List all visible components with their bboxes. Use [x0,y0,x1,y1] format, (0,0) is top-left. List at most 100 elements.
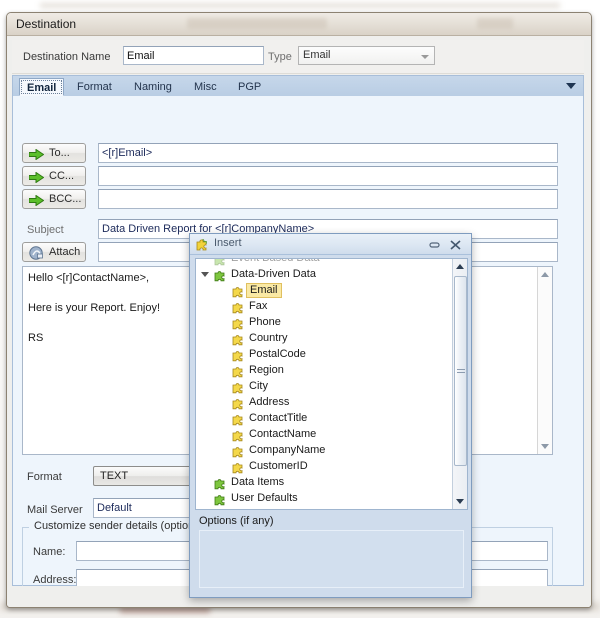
titlebar-ghost-text-left [187,18,327,29]
tree-item-label: Data Items [231,476,285,488]
tree-item[interactable]: PostalCode [196,346,452,362]
puzzle-piece-icon [232,348,245,362]
cc-input[interactable] [98,166,558,186]
destination-name-input[interactable] [123,46,264,65]
tab-overflow-chevron-icon[interactable] [566,83,576,89]
puzzle-piece-icon [214,476,227,490]
insert-dialog: Insert Event Based Data Data-Driven Data E… [189,233,472,598]
chevron-down-icon [421,55,429,59]
tree-item-label: Address [249,396,290,408]
attach-icon [29,246,43,260]
tree-item-label: ContactName [249,428,317,440]
window-titlebar: Destination [7,13,591,36]
attach-button[interactable]: Attach [22,242,86,262]
tree-item[interactable]: CustomerID [196,458,452,474]
puzzle-piece-icon [232,364,245,378]
tree-item-label: ContactTitle [249,412,308,424]
green-arrow-icon [29,149,44,160]
puzzle-piece-icon [232,300,245,314]
green-arrow-icon [29,195,44,206]
minimize-icon[interactable] [428,239,441,251]
tree-item-label: Country [249,332,288,344]
close-icon[interactable] [449,239,462,251]
tree-item[interactable]: Phone [196,314,452,330]
tree-item-label: City [249,380,268,392]
format-label: Format [27,471,62,483]
tree-item-label: Data-Driven Data [231,268,316,280]
tab-naming[interactable]: Naming [127,78,179,96]
scroll-up-icon[interactable] [541,272,549,277]
options-label: Options (if any) [199,515,274,527]
tab-format[interactable]: Format [70,78,119,96]
tree-item-label: Event Based Data [231,258,320,264]
insert-tree-scrollbar[interactable] [452,259,467,509]
puzzle-piece-icon [214,492,227,506]
tree-item[interactable]: User Defaults [196,490,452,506]
tab-pgp[interactable]: PGP [231,78,268,96]
puzzle-piece-icon [232,380,245,394]
titlebar-ghost-text-right [477,18,513,29]
tree-item[interactable]: City [196,378,452,394]
message-body-scrollbar[interactable] [537,267,552,454]
options-panel[interactable] [199,530,464,588]
tree-item[interactable]: Email [196,282,452,298]
bcc-button[interactable]: BCC... [22,189,86,209]
tree-item-label: Email [246,283,282,298]
tab-misc[interactable]: Misc [187,78,224,96]
tree-item[interactable]: Region [196,362,452,378]
scrollbar-grip [457,369,465,375]
puzzle-piece-icon [232,332,245,346]
cc-button[interactable]: CC... [22,166,86,186]
tree-item-label: Region [249,364,284,376]
to-input[interactable] [98,143,558,163]
destination-name-row: Destination Name Type Email [12,40,584,74]
tree-item[interactable]: Fax [196,298,452,314]
tree-item-label: PostalCode [249,348,306,360]
tree-item[interactable]: Country [196,330,452,346]
tree-item[interactable]: Data-Driven Data [196,266,452,282]
tree-item-label: Phone [249,316,281,328]
cc-button-label: CC... [49,170,75,182]
scroll-up-icon[interactable] [456,264,464,269]
type-select[interactable]: Email [298,46,435,65]
puzzle-piece-icon [232,428,245,442]
scroll-down-icon[interactable] [456,499,464,504]
tab-strip: Email Format Naming Misc PGP [12,75,584,96]
tree-item[interactable]: CompanyName [196,442,452,458]
insert-tree-list: Event Based Data Data-Driven Data Email Fax… [196,258,452,506]
type-select-value: Email [303,49,331,61]
green-arrow-icon [29,172,44,183]
tree-item[interactable]: Data Items [196,474,452,490]
mail-server-label: Mail Server [27,504,83,516]
attach-button-label: Attach [49,246,81,258]
insert-dialog-title: Insert [214,237,242,249]
subject-label: Subject [27,224,64,236]
window-title: Destination [16,17,77,31]
tab-email[interactable]: Email [19,78,65,96]
tree-item[interactable]: Address [196,394,452,410]
puzzle-piece-icon [214,259,227,266]
type-label: Type [268,51,292,63]
sender-name-label: Name: [33,546,66,558]
tree-item[interactable]: ContactName [196,426,452,442]
scrollbar-thumb[interactable] [454,276,467,466]
bcc-input[interactable] [98,189,558,209]
scroll-down-icon[interactable] [541,444,549,449]
bcc-button-label: BCC... [49,193,82,205]
to-button[interactable]: To... [22,143,86,163]
tree-item-label: CompanyName [249,444,326,456]
destination-name-label: Destination Name [23,51,111,63]
puzzle-piece-icon [232,444,245,458]
tree-item[interactable]: Event Based Data [196,258,452,266]
to-button-label: To... [49,147,70,159]
tree-item-label: Fax [249,300,268,312]
tree-item-label: User Defaults [231,492,298,504]
tree-item[interactable]: ContactTitle [196,410,452,426]
tree-item-label: CustomerID [249,460,308,472]
puzzle-piece-icon [214,268,227,282]
puzzle-piece-icon [232,316,245,330]
puzzle-piece-icon [232,396,245,410]
puzzle-piece-icon [196,239,207,251]
insert-tree[interactable]: Event Based Data Data-Driven Data Email Fax… [195,258,468,510]
expander-icon[interactable] [201,272,209,281]
